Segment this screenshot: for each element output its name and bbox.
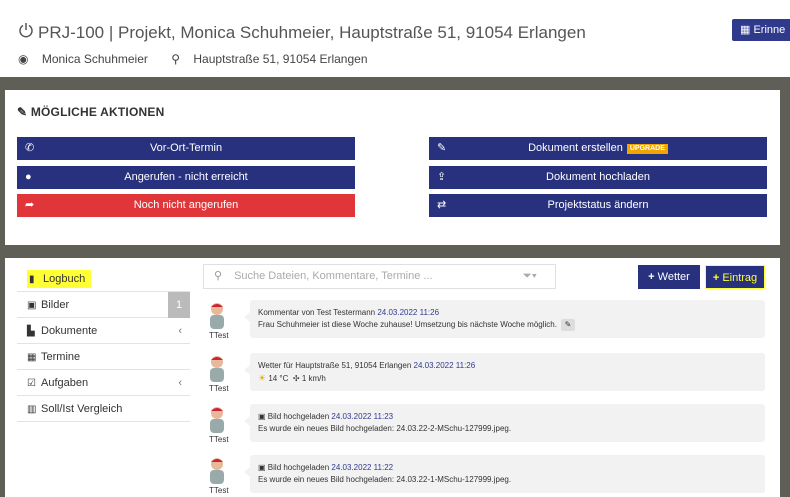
sidebar-item-target-actual[interactable]: ▥ Soll/Ist Vergleich	[17, 396, 190, 422]
not-called-button[interactable]: ➦ Noch nicht angerufen	[17, 194, 355, 217]
filter-dropdown-icon[interactable]: ⏷▾	[523, 265, 537, 288]
power-icon	[18, 22, 34, 43]
add-entry-button[interactable]: + Eintrag	[705, 265, 765, 289]
log-entry-content: Kommentar von Test Testermann 24.03.2022…	[244, 300, 765, 338]
chevron-left-icon: ‹	[178, 325, 182, 337]
sidebar: ▮ Logbuch ▣ Bilder 1 ▙ Dokumente ‹ ▦ Termine…	[17, 266, 190, 422]
customer-link[interactable]: ◉ Monica Schuhmeier	[18, 52, 158, 66]
sun-icon: ☀	[258, 373, 267, 383]
image-icon: ▣	[258, 412, 266, 421]
pencil-icon: ✎	[17, 105, 28, 119]
create-document-button[interactable]: ✎ Dokument erstellen UPGRADE	[429, 137, 767, 160]
onsite-appointment-button[interactable]: ✆ Vor-Ort-Termin	[17, 137, 355, 160]
avatar: TTest	[203, 300, 231, 340]
actions-panel: ✎ MÖGLICHE AKTIONEN ✆ Vor-Ort-Termin ● A…	[5, 90, 780, 245]
upgrade-badge: UPGRADE	[626, 144, 668, 154]
change-status-button[interactable]: ⇄ Projektstatus ändern	[429, 194, 767, 217]
avatar: TTest	[203, 353, 231, 393]
sidebar-item-tasks[interactable]: ☑ Aufgaben ‹	[17, 370, 190, 396]
search-input[interactable]: ⚲ Suche Dateien, Kommentare, Termine ... …	[203, 264, 556, 289]
phone-icon: ✆	[25, 142, 35, 154]
search-icon: ⚲	[214, 270, 223, 282]
calendar-icon: ▦	[27, 352, 37, 363]
project-subline: ◉ Monica Schuhmeier ⚲ Hauptstraße 51, 91…	[18, 52, 388, 66]
calendar-icon: ▦	[740, 24, 751, 36]
log-entry-content: Wetter für Hauptstraße 51, 91054 Erlange…	[244, 353, 765, 391]
avatar: TTest	[203, 404, 231, 444]
file-icon: ▙	[27, 326, 35, 337]
book-icon: ▮	[29, 274, 35, 285]
project-title: PRJ-100 | Projekt, Monica Schuhmeier, Ha…	[18, 22, 586, 43]
called-not-reached-button[interactable]: ● Angerufen - nicht erreicht	[17, 166, 355, 189]
images-count-badge: 1	[168, 292, 190, 318]
project-header: PRJ-100 | Projekt, Monica Schuhmeier, Ha…	[0, 0, 790, 77]
edit-icon: ✎	[437, 142, 447, 154]
checkbox-icon: ☑	[27, 378, 36, 389]
share-arrow-icon: ➦	[25, 199, 35, 211]
edit-pencil-icon[interactable]: ✎	[560, 319, 575, 331]
add-weather-button[interactable]: + Wetter	[638, 265, 700, 289]
user-icon: ◉	[18, 52, 29, 66]
chevron-left-icon: ‹	[178, 377, 182, 389]
image-icon: ▣	[258, 463, 266, 472]
image-icon: ▣	[27, 300, 37, 311]
avatar: TTest	[203, 455, 231, 495]
map-pin-icon: ⚲	[171, 52, 181, 66]
logbook-panel: ▮ Logbuch ▣ Bilder 1 ▙ Dokumente ‹ ▦ Termine…	[5, 258, 780, 497]
log-entry-content: ▣ Bild hochgeladen 24.03.2022 11:22 Es w…	[244, 455, 765, 493]
sidebar-item-images[interactable]: ▣ Bilder 1	[17, 292, 190, 318]
reminder-button[interactable]: ▦ Erinne	[732, 19, 790, 41]
address-link[interactable]: ⚲ Hauptstraße 51, 91054 Erlangen	[171, 52, 377, 66]
actions-title: ✎ MÖGLICHE AKTIONEN	[17, 105, 165, 119]
wind-icon: ✣	[292, 374, 300, 383]
sidebar-item-appointments[interactable]: ▦ Termine	[17, 344, 190, 370]
bar-chart-icon: ▥	[27, 404, 37, 415]
exclamation-icon: ●	[25, 171, 32, 183]
upload-document-button[interactable]: ⇪ Dokument hochladen	[429, 166, 767, 189]
sidebar-item-logbook[interactable]: ▮ Logbuch	[17, 266, 190, 292]
upload-icon: ⇪	[437, 171, 447, 183]
swap-icon: ⇄	[437, 199, 447, 211]
sidebar-item-documents[interactable]: ▙ Dokumente ‹	[17, 318, 190, 344]
log-entry-content: ▣ Bild hochgeladen 24.03.2022 11:23 Es w…	[244, 404, 765, 442]
